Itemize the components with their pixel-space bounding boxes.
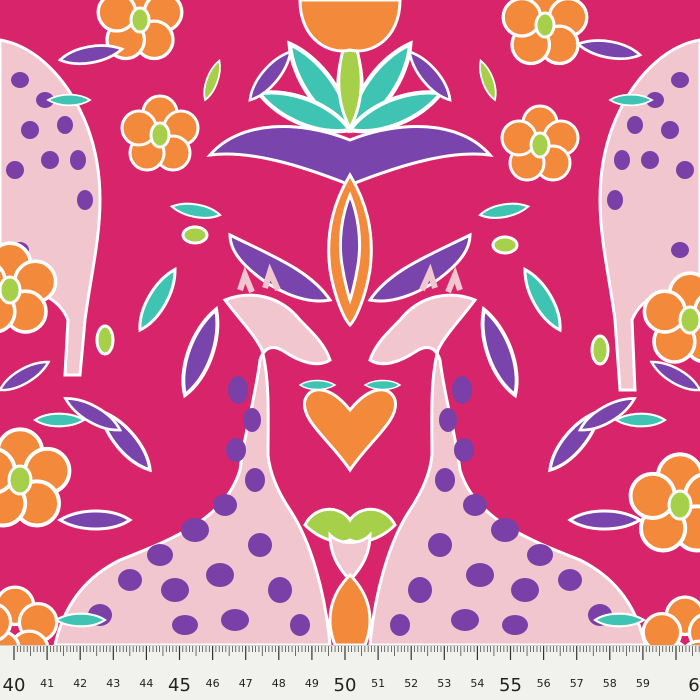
ruler-label: 48 <box>272 677 286 690</box>
ruler-label: 41 <box>40 677 54 690</box>
ruler-label: 47 <box>239 677 253 690</box>
measuring-ruler: 40 41 42 43 44 45 46 47 48 49 50 51 52 53 54 55 56 57 58 59… <box>0 645 700 700</box>
ruler-label: 45 <box>168 675 191 696</box>
ruler-label: 54 <box>470 677 484 690</box>
ruler-label: 44 <box>139 677 153 690</box>
ruler-label: 52 <box>404 677 418 690</box>
ruler-label: 53 <box>437 677 451 690</box>
ruler-label: 57 <box>570 677 584 690</box>
ruler-label: 55 <box>499 675 522 696</box>
ruler-label: 42 <box>73 677 87 690</box>
ruler-label: 43 <box>106 677 120 690</box>
fabric-pattern <box>0 0 700 645</box>
ruler-label: 59 <box>636 677 650 690</box>
ruler-scale: 40 41 42 43 44 45 46 47 48 49 50 51 52 53 54 55 56 57 58 59… <box>3 646 700 696</box>
ruler-label: 40 <box>3 675 26 696</box>
ruler-label: 46 <box>206 677 220 690</box>
fabric-photo: 40 41 42 43 44 45 46 47 48 49 50 51 52 53 54 55 56 57 58 59… <box>0 0 700 700</box>
ruler-label: 6 <box>688 675 699 696</box>
ruler-label: 58 <box>603 677 617 690</box>
ruler-label: 56 <box>537 677 551 690</box>
ruler-label: 51 <box>371 677 385 690</box>
ruler-label: 49 <box>305 677 319 690</box>
ruler-label: 50 <box>334 675 357 696</box>
